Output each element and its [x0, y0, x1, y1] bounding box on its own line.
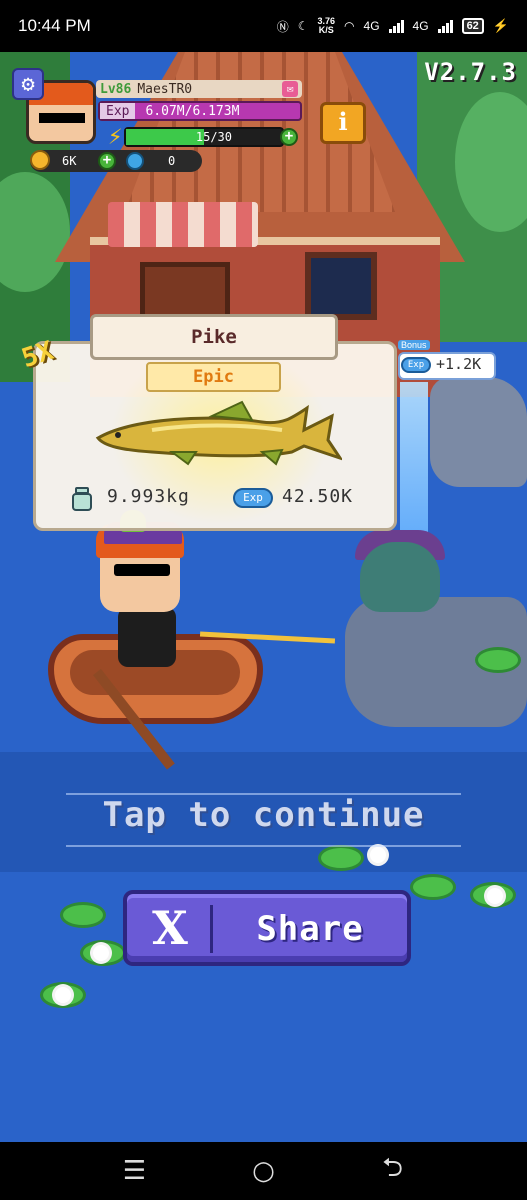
exp-label: Exp [100, 103, 136, 119]
net-speed: 3.76 K/S [318, 17, 336, 35]
fish-weight: 9.993kg [107, 486, 190, 507]
fish-rarity: Epic [146, 362, 281, 392]
moon-icon: ☾ [297, 19, 309, 33]
navigation-bar: ☰ ○ ⮌ [0, 1142, 527, 1200]
share-label: Share [256, 909, 364, 949]
house-window [305, 252, 377, 320]
energy-bolt-icon: ⚡ [108, 122, 123, 150]
divider-bottom [66, 845, 461, 847]
x-logo-icon: X [152, 901, 188, 955]
player-body [118, 607, 176, 667]
coin-count: 6K [62, 154, 77, 168]
gem-icon [126, 152, 144, 170]
exp-reward: 42.50K [282, 486, 354, 507]
network-label-2: 4G [412, 19, 429, 33]
tap-to-continue[interactable]: Tap to continue [66, 795, 461, 835]
lily-pad [410, 874, 456, 900]
lily-flower [93, 945, 109, 961]
bonus-exp-value: +1.2K [436, 355, 482, 373]
clock: 10:44 PM [18, 16, 91, 35]
game-scene[interactable] [0, 52, 527, 1142]
home-icon[interactable]: ○ [234, 1156, 294, 1186]
currency-row [30, 150, 202, 172]
energy-value: 15/30 [195, 130, 232, 144]
lily-flower [487, 888, 503, 904]
battery-icon: 62 [461, 18, 484, 34]
bonus-exp-badge: Exp [401, 357, 431, 373]
mail-icon[interactable]: ✉ [282, 81, 298, 97]
back-icon[interactable]: ⮌ [363, 1149, 423, 1193]
exp-value: 6.07M/6.173M [145, 103, 240, 119]
exp-bar: Exp 6.07M/6.173M [98, 101, 302, 121]
exp-badge: Exp [233, 488, 273, 508]
lily-pad [318, 845, 364, 871]
lily-flower [55, 987, 71, 1003]
status-icons: Ⓝ ☾ 3.76 K/S ◠ 4G 4G 62 ⚡ [277, 17, 509, 35]
sunglasses [114, 564, 170, 576]
player-name-row: Lv86 MaesTR0 [96, 80, 302, 98]
settings-button[interactable]: ⚙ [12, 68, 44, 100]
network-label-1: 4G [363, 19, 380, 33]
player-level: Lv86 [100, 81, 132, 97]
fish-name: Pike [90, 314, 338, 360]
energy-fill [126, 129, 204, 145]
bonus-tag: Bonus [398, 340, 430, 350]
signal-icon-2 [437, 19, 453, 33]
scale-icon [72, 487, 92, 511]
add-energy-button[interactable]: + [280, 128, 298, 146]
gear-icon: ⚙ [21, 71, 35, 97]
player-name: MaesTR0 [137, 81, 193, 97]
share-divider [210, 905, 213, 953]
charging-icon: ⚡ [492, 18, 509, 33]
battery-level: 62 [466, 20, 479, 32]
awning [108, 202, 258, 247]
lily-flower [370, 847, 386, 863]
info-button[interactable]: i [320, 102, 366, 144]
nfc-icon: Ⓝ [276, 19, 289, 34]
status-bar: 10:44 PM Ⓝ ☾ 3.76 K/S ◠ 4G 4G 62 ⚡ [0, 0, 527, 52]
add-coins-button[interactable]: + [98, 152, 116, 170]
wifi-icon: ◠ [344, 19, 355, 33]
coin-icon [30, 150, 50, 170]
gem-count: 0 [168, 154, 176, 168]
version-label: V2.7.3 [424, 58, 517, 86]
recents-icon[interactable]: ☰ [105, 1156, 165, 1186]
lily-pad [60, 902, 106, 928]
lily-pad [475, 647, 521, 673]
signal-icon [388, 19, 404, 33]
frog-statue [360, 542, 440, 612]
pike-fish-image [95, 400, 342, 466]
net-speed-unit: K/S [318, 25, 334, 35]
rock [430, 377, 527, 487]
waterfall [400, 382, 428, 532]
energy-bar: 15/30 [124, 127, 284, 147]
